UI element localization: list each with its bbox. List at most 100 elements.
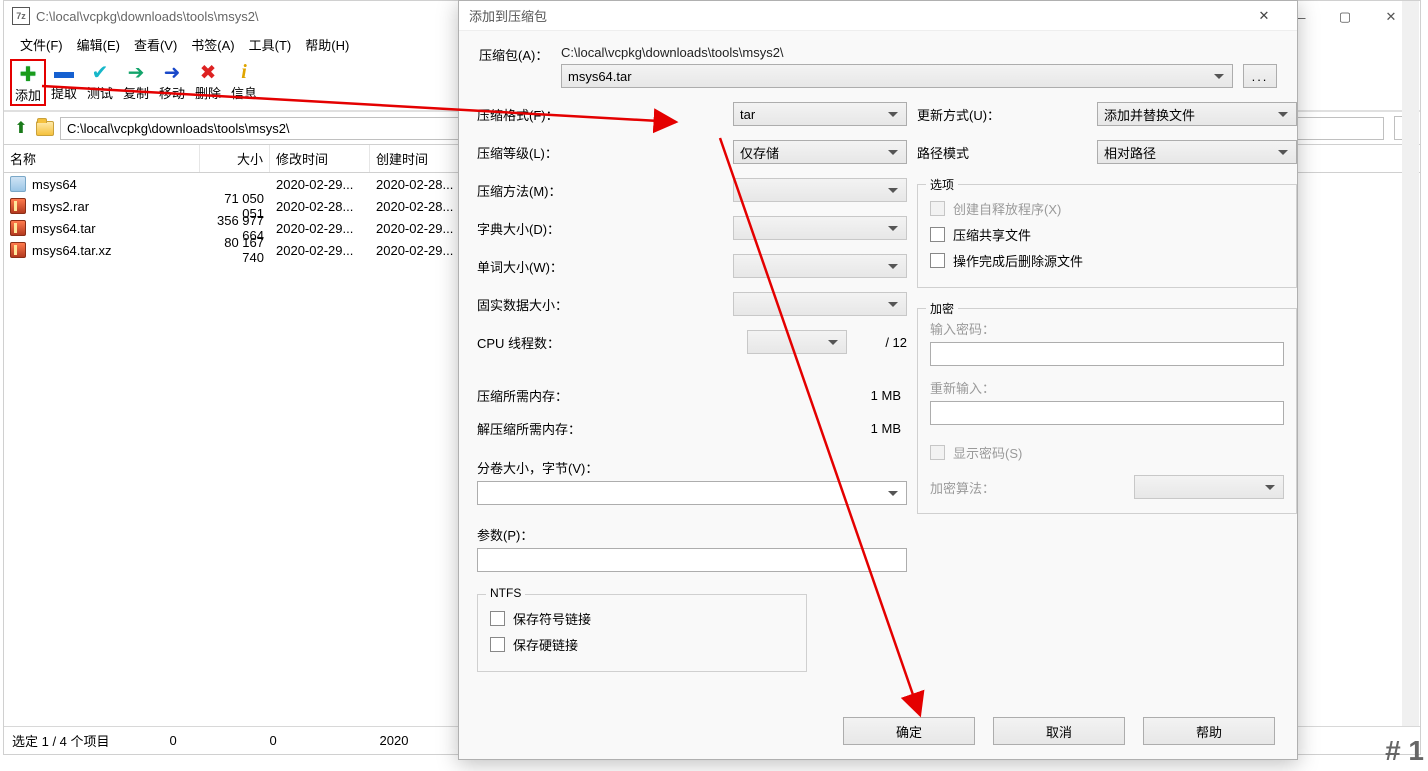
file-created: 2020-02-29...: [370, 243, 470, 258]
hash-annotation: # 1: [1385, 735, 1424, 767]
enc-legend: 加密: [926, 300, 958, 317]
browse-button[interactable]: ...: [1243, 64, 1277, 88]
toolbar-info-button[interactable]: i 信息: [226, 61, 262, 106]
enc-show-checkbox: 显示密码(S): [930, 439, 1284, 465]
toolbar-add-label: 添加: [12, 85, 44, 104]
opt-sfx-checkbox: 创建自释放程序(X): [930, 195, 1284, 221]
ntfs-hardlink-label: 保存硬链接: [513, 635, 578, 654]
enc-pass2-input[interactable]: [930, 401, 1284, 425]
toolbar-move-label: 移动: [154, 83, 190, 102]
archive-path: C:\local\vcpkg\downloads\tools\msys2\: [561, 45, 1277, 60]
up-icon[interactable]: ⬆: [12, 119, 30, 137]
info-icon: i: [226, 61, 262, 83]
menu-help[interactable]: 帮助(H): [299, 33, 355, 56]
file-created: 2020-02-28...: [370, 177, 470, 192]
col-modified[interactable]: 修改时间: [270, 145, 370, 172]
col-size[interactable]: 大小: [200, 145, 270, 172]
menu-edit[interactable]: 编辑(E): [71, 33, 126, 56]
maximize-button[interactable]: ▢: [1322, 5, 1368, 29]
status-c1: 0: [270, 733, 380, 748]
dialog-close-button[interactable]: ✕: [1241, 2, 1287, 30]
mem-comp-value: 1 MB: [871, 388, 907, 403]
enc-pass-label: 输入密码：: [930, 319, 1284, 338]
cancel-button[interactable]: 取消: [993, 717, 1125, 745]
toolbar-add-button[interactable]: ✚ 添加: [10, 59, 46, 106]
toolbar-copy-button[interactable]: ➔ 复制: [118, 61, 154, 106]
threads-combo[interactable]: [747, 330, 847, 354]
ntfs-hardlink-checkbox[interactable]: 保存硬链接: [490, 631, 794, 657]
ok-button[interactable]: 确定: [843, 717, 975, 745]
dialog-buttons: 确定 取消 帮助: [843, 717, 1275, 745]
status-selected: 选定 1 / 4 个项目: [12, 731, 170, 750]
ntfs-symlink-label: 保存符号链接: [513, 609, 591, 628]
folder-icon: [36, 121, 54, 136]
toolbar-extract-label: 提取: [46, 83, 82, 102]
menu-file[interactable]: 文件(F): [14, 33, 69, 56]
dialog-titlebar: 添加到压缩包 ✕: [459, 1, 1297, 31]
level-combo[interactable]: 仅存储: [733, 140, 907, 164]
enc-pass-input[interactable]: [930, 342, 1284, 366]
opt-sfx-label: 创建自释放程序(X): [953, 199, 1061, 218]
add-to-archive-dialog: 添加到压缩包 ✕ 压缩包(A)： C:\local\vcpkg\download…: [458, 0, 1298, 760]
opt-shared-checkbox[interactable]: 压缩共享文件: [930, 221, 1284, 247]
menu-view[interactable]: 查看(V): [128, 33, 183, 56]
col-created[interactable]: 创建时间: [370, 145, 470, 172]
archive-label: 压缩包(A)：: [479, 45, 561, 64]
file-modified: 2020-02-29...: [270, 177, 370, 192]
level-label: 压缩等级(L)：: [477, 143, 607, 162]
archive-icon: [10, 198, 26, 214]
solid-combo[interactable]: [733, 292, 907, 316]
options-group: 选项 创建自释放程序(X) 压缩共享文件 操作完成后删除源文件: [917, 184, 1297, 288]
dict-combo[interactable]: [733, 216, 907, 240]
file-name: msys64.tar: [32, 221, 96, 236]
toolbar-extract-button[interactable]: ▬ 提取: [46, 61, 82, 106]
archive-icon: [10, 220, 26, 236]
toolbar-delete-label: 删除: [190, 83, 226, 102]
opt-shared-label: 压缩共享文件: [953, 225, 1031, 244]
folder-icon: [10, 176, 26, 192]
format-combo[interactable]: tar: [733, 102, 907, 126]
threads-label: CPU 线程数：: [477, 333, 607, 352]
menu-tools[interactable]: 工具(T): [243, 33, 298, 56]
word-label: 单词大小(W)：: [477, 257, 607, 276]
toolbar-delete-button[interactable]: ✖ 删除: [190, 61, 226, 106]
split-combo[interactable]: [477, 481, 907, 505]
plus-icon: ✚: [12, 63, 44, 85]
params-input[interactable]: [477, 548, 907, 572]
threads-total: / 12: [847, 335, 907, 350]
menu-bookmarks[interactable]: 书签(A): [185, 33, 240, 56]
word-combo[interactable]: [733, 254, 907, 278]
toolbar-info-label: 信息: [226, 83, 262, 102]
split-label: 分卷大小，字节(V)：: [477, 458, 907, 477]
archive-name-value: msys64.tar: [568, 69, 632, 84]
file-name: msys64.tar.xz: [32, 243, 111, 258]
arrow-right-bold-icon: ➜: [154, 61, 190, 83]
update-combo[interactable]: 添加并替换文件: [1097, 102, 1297, 126]
params-label: 参数(P)：: [477, 525, 907, 544]
mem-decomp-label: 解压缩所需内存：: [477, 419, 581, 438]
pathmode-combo[interactable]: 相对路径: [1097, 140, 1297, 164]
level-value: 仅存储: [740, 143, 779, 162]
opt-deletesrc-checkbox[interactable]: 操作完成后删除源文件: [930, 247, 1284, 273]
col-name[interactable]: 名称: [4, 145, 200, 172]
toolbar-move-button[interactable]: ➜ 移动: [154, 61, 190, 106]
format-value: tar: [740, 107, 755, 122]
status-ts: 2020: [380, 733, 469, 748]
encryption-group: 加密 输入密码： 重新输入： 显示密码(S) 加密算法：: [917, 308, 1297, 514]
toolbar-test-button[interactable]: ✔ 测试: [82, 61, 118, 106]
left-column: 压缩格式(F)： tar 压缩等级(L)： 仅存储 压缩方法(M)： 字典大小(…: [477, 102, 907, 672]
archive-name-combo[interactable]: msys64.tar: [561, 64, 1233, 88]
mem-comp-label: 压缩所需内存：: [477, 386, 568, 405]
x-icon: ✖: [190, 61, 226, 83]
ntfs-legend: NTFS: [486, 586, 525, 600]
file-size: 80 167 740: [200, 235, 270, 265]
toolbar-test-label: 测试: [82, 83, 118, 102]
opt-deletesrc-label: 操作完成后删除源文件: [953, 251, 1083, 270]
ntfs-symlink-checkbox[interactable]: 保存符号链接: [490, 605, 794, 631]
method-combo[interactable]: [733, 178, 907, 202]
scrollbar[interactable]: [1402, 1, 1419, 726]
file-name: msys64: [32, 177, 77, 192]
help-button[interactable]: 帮助: [1143, 717, 1275, 745]
solid-label: 固实数据大小：: [477, 295, 607, 314]
method-label: 压缩方法(M)：: [477, 181, 607, 200]
